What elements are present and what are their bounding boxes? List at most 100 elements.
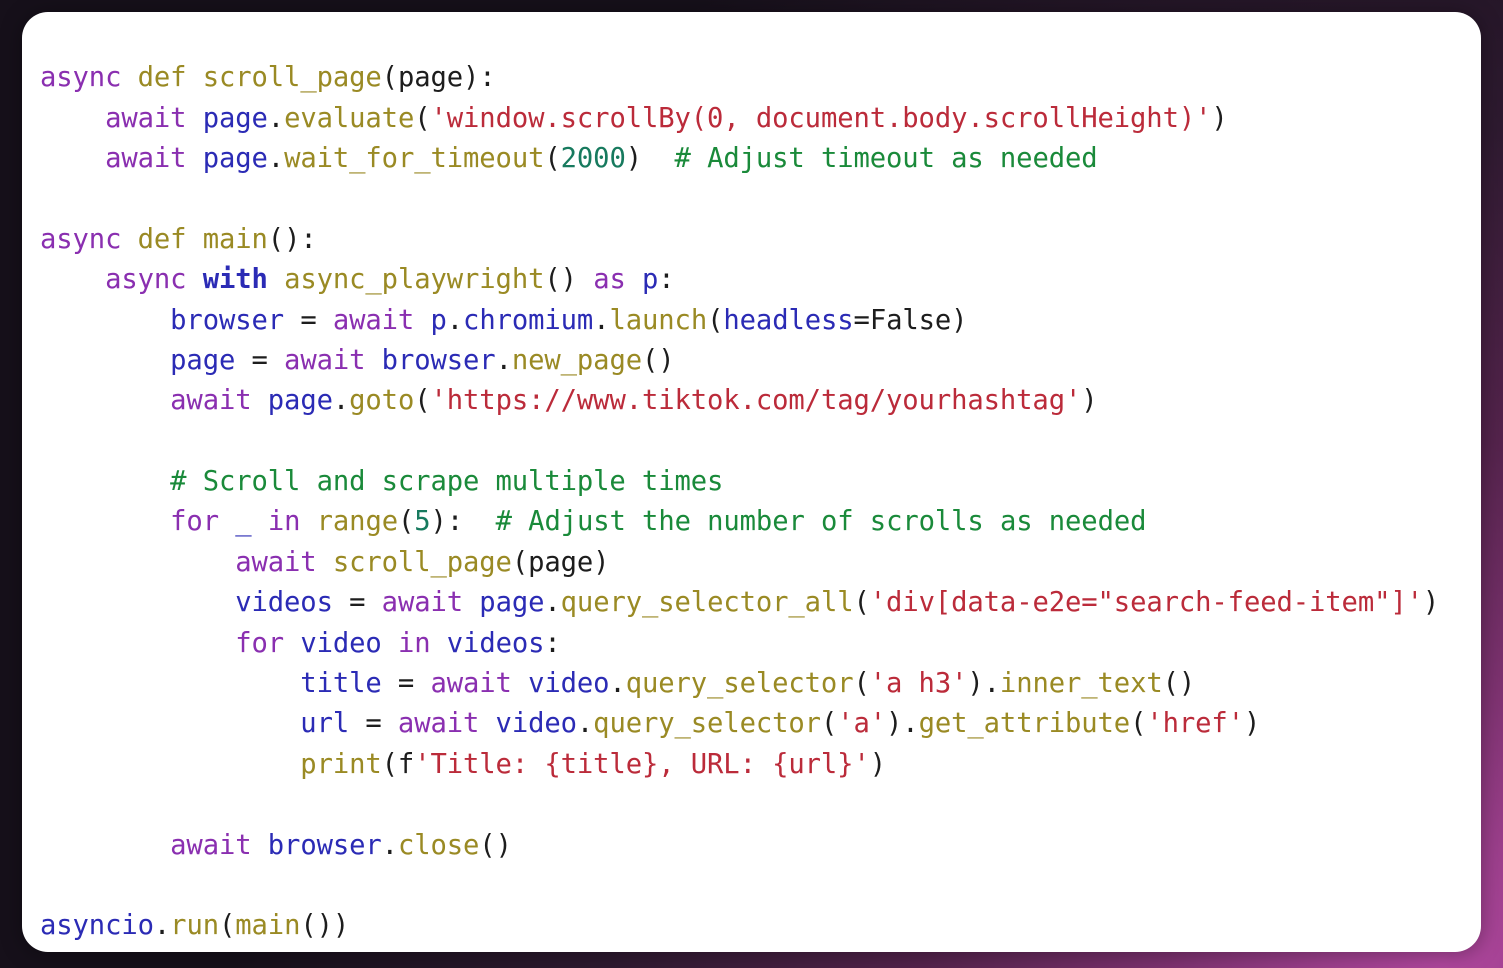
code-token-p: page: [397, 62, 464, 94]
code-token-nv: title: [300, 668, 382, 700]
code-token-nf: scroll_page: [332, 546, 512, 578]
code-token-nf: def: [137, 62, 187, 94]
code-token-p: =: [853, 304, 870, 336]
code-token-nn: asyncio: [40, 910, 154, 942]
code-token-p: (: [1130, 708, 1147, 740]
code-token-kwarg: headless: [723, 304, 854, 336]
code-token-p: (): [642, 344, 675, 376]
code-token-kc: False: [869, 304, 952, 336]
code-token-kw: async: [40, 223, 122, 255]
code-token-p: ): [1422, 587, 1440, 619]
code-token-kw: for: [235, 627, 285, 659]
code-token-kw: await: [170, 829, 252, 861]
code-token-kw: in: [267, 506, 301, 538]
code-token-p: (: [381, 62, 398, 94]
code-token-p: [642, 143, 675, 174]
code-line: await scroll_page(page): [40, 543, 1481, 583]
code-token-nf: inner_text: [999, 668, 1163, 700]
code-token-kw: await: [235, 546, 317, 578]
code-token-c: # Adjust the number of scrolls as needed: [495, 506, 1147, 538]
code-token-nn: page: [479, 587, 545, 619]
code-token-nf: launch: [609, 304, 708, 336]
code-token-p: [252, 506, 268, 537]
code-token-nn: page: [202, 142, 268, 174]
code-token-p: =: [381, 668, 431, 700]
code-token-p: .: [495, 344, 512, 376]
code-token-p: [479, 708, 495, 739]
code-token-c: # Adjust timeout as needed: [674, 142, 1098, 174]
code-token-p: (: [414, 385, 431, 417]
code-token-kw: await: [430, 668, 512, 700]
code-token-nn: video: [528, 668, 610, 700]
code-token-p: [186, 224, 202, 255]
code-token-nb: print: [300, 748, 382, 780]
code-token-p: (: [511, 546, 529, 578]
code-token-p: [365, 345, 381, 376]
code-token-p: [186, 264, 202, 295]
code-token-p: [121, 62, 137, 93]
code-token-nn: video: [495, 708, 577, 740]
code-token-p: (): [1162, 668, 1196, 700]
code-line: page = await browser.new_page(): [40, 341, 1481, 381]
code-line: asyncio.run(main()): [40, 906, 1481, 946]
code-token-p: [463, 506, 496, 537]
code-line: videos = await page.query_selector_all('…: [40, 583, 1481, 623]
code-token-p: .: [267, 142, 285, 174]
code-token-p: ): [1243, 708, 1261, 740]
code-token-kw: await: [284, 344, 366, 376]
code-token-p: (: [397, 506, 415, 538]
code-token-p: .: [446, 304, 464, 336]
code-token-p: ): [625, 142, 642, 174]
code-token-nf: def: [137, 223, 187, 255]
code-token-c: # Scroll and scrape multiple times: [170, 466, 724, 498]
code-token-kw: async: [105, 264, 187, 296]
code-line: url = await video.query_selector('a').ge…: [40, 704, 1481, 744]
code-token-p: [431, 628, 447, 659]
code-token-p: (: [218, 910, 236, 942]
code-token-p: (: [853, 668, 870, 700]
code-line: async with async_playwright() as p:: [40, 260, 1481, 300]
code-token-p: =: [235, 344, 285, 376]
code-token-p: .: [153, 910, 171, 942]
code-block[interactable]: async def scroll_page(page): await page.…: [40, 58, 1481, 947]
code-token-p: [463, 587, 479, 618]
code-token-p: (): [544, 264, 577, 296]
code-token-kw: as: [593, 264, 626, 296]
code-token-p: =: [284, 304, 333, 336]
code-token-kw: in: [397, 627, 431, 659]
code-token-s: 'window.scrollBy(0, document.body.scroll…: [430, 102, 1212, 134]
code-line: await browser.close(): [40, 826, 1481, 866]
code-token-p: [186, 143, 202, 174]
code-token-p: [626, 264, 642, 295]
code-line: await page.wait_for_timeout(2000) # Adju…: [40, 139, 1481, 179]
code-token-nn: page: [267, 385, 333, 417]
code-token-p: (: [853, 587, 870, 619]
code-token-nf: evaluate: [284, 102, 415, 134]
code-token-nf: query_selector: [625, 668, 854, 700]
code-token-p: ):: [463, 62, 496, 94]
code-token-nn: p: [430, 304, 447, 336]
code-token-kw: async: [40, 62, 122, 94]
code-token-mi: 2000: [560, 142, 626, 174]
code-token-p: (: [820, 708, 838, 740]
code-token-p: =: [349, 708, 398, 740]
code-token-kw: await: [170, 385, 252, 417]
code-token-nv: videos: [235, 587, 333, 619]
code-token-p: :: [544, 627, 561, 659]
code-token-kw: await: [397, 708, 480, 740]
code-token-p: [186, 103, 202, 134]
code-token-nf: goto: [349, 385, 415, 417]
code-token-p: .: [593, 304, 610, 336]
code-token-p: [414, 305, 430, 336]
